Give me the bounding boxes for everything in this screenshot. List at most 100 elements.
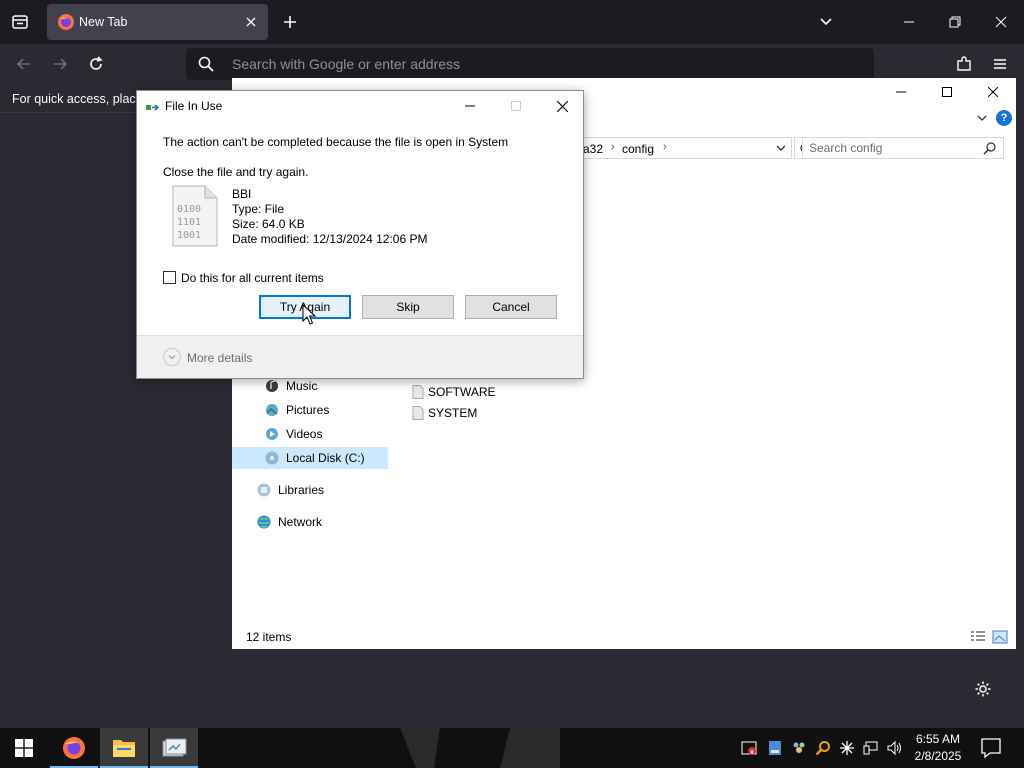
file-size: Size: 64.0 KB (232, 217, 305, 231)
dialog-close-button[interactable] (539, 91, 585, 121)
dialog-maximize-button (493, 91, 539, 121)
dialog-title: File In Use (165, 99, 223, 113)
reload-button[interactable] (80, 48, 112, 80)
address-bar[interactable] (186, 48, 874, 80)
newtab-settings-button[interactable] (970, 676, 996, 702)
search-input[interactable] (809, 138, 979, 158)
tray-network-share-icon[interactable] (790, 739, 808, 757)
drive-icon (265, 451, 279, 465)
wallpaper-fragment (400, 728, 560, 768)
apply-to-all-checkbox[interactable] (163, 271, 176, 284)
taskbar-firefox[interactable] (50, 728, 98, 768)
folder-icon (113, 740, 135, 757)
nav-item-pictures[interactable]: Pictures (264, 399, 329, 421)
taskbar-file-explorer[interactable] (100, 728, 148, 768)
storage-icon (769, 741, 781, 755)
mouse-cursor-icon (302, 304, 316, 325)
nav-item-videos[interactable]: Videos (264, 423, 322, 445)
close-window-button[interactable] (978, 6, 1024, 38)
asterisk-icon (840, 741, 854, 755)
chevron-down-icon[interactable] (774, 141, 788, 155)
file-item-system[interactable]: SYSTEM (412, 403, 477, 423)
url-input[interactable] (232, 48, 852, 80)
details-view-icon[interactable] (970, 630, 986, 644)
nav-item-local-disk[interactable]: Local Disk (C:) (232, 447, 388, 469)
dialog-body: The action can't be completed because th… (137, 121, 583, 335)
binary-line: 1101 (177, 217, 201, 228)
minimize-button[interactable] (886, 6, 932, 38)
nav-item-network[interactable]: Network (256, 511, 322, 533)
large-icons-view-icon[interactable] (992, 630, 1008, 644)
tray-volume-icon[interactable] (886, 739, 904, 757)
svg-text:x: x (750, 749, 754, 756)
explorer-maximize-button[interactable] (924, 78, 970, 106)
firefox-view-icon (12, 15, 28, 29)
nav-item-label: Music (286, 379, 318, 393)
nav-item-libraries[interactable]: Libraries (256, 479, 324, 501)
music-icon (266, 380, 278, 392)
new-tab-button[interactable] (276, 8, 304, 36)
file-move-icon (146, 104, 160, 111)
arrow-left-icon (16, 58, 30, 70)
file-icon (412, 406, 424, 420)
more-details-link[interactable]: More details (187, 351, 252, 365)
apply-to-all-label[interactable]: Do this for all current items (181, 271, 324, 285)
tray-asterisk-icon[interactable] (838, 739, 856, 757)
status-item-count: 12 items (246, 630, 292, 644)
tray-search-icon[interactable] (814, 739, 832, 757)
tray-storage-icon[interactable] (766, 739, 784, 757)
breadcrumb-config[interactable]: config (622, 142, 654, 156)
close-icon (556, 100, 568, 112)
breadcrumb-chevron-icon[interactable]: › (611, 141, 615, 153)
expand-details-button[interactable] (163, 348, 181, 366)
breadcrumb-chevron-icon[interactable]: › (663, 141, 667, 153)
taskbar-file-operation[interactable] (150, 728, 198, 768)
file-name: SYSTEM (428, 406, 478, 420)
notifications-icon[interactable] (980, 736, 1002, 760)
tab-new-tab[interactable]: New Tab (47, 4, 268, 40)
tray-network-icon[interactable] (862, 739, 880, 757)
dialog-minimize-button[interactable] (447, 91, 493, 121)
close-tab-icon[interactable] (242, 13, 260, 31)
clock-time[interactable]: 6:55 AM (908, 732, 968, 746)
chevron-down-icon (820, 18, 832, 26)
file-name: BBI (232, 187, 252, 201)
close-icon (988, 87, 998, 97)
cancel-button[interactable]: Cancel (465, 295, 557, 319)
ethernet-icon (863, 741, 878, 755)
reload-icon (90, 56, 103, 70)
explorer-search-box[interactable] (802, 137, 1004, 159)
close-icon (995, 16, 1007, 28)
firefox-view-button[interactable] (4, 6, 36, 38)
maximize-icon (942, 87, 952, 97)
forward-button[interactable] (44, 48, 76, 80)
ribbon-expand-icon[interactable] (974, 110, 990, 126)
app-menu-button[interactable] (984, 48, 1016, 80)
back-button[interactable] (8, 48, 40, 80)
maximize-icon (511, 101, 521, 111)
clock-date[interactable]: 2/8/2025 (908, 749, 968, 763)
file-item-software[interactable]: SOFTWARE (412, 382, 496, 402)
speaker-icon (887, 740, 901, 756)
tray-security-icon[interactable]: x (740, 739, 758, 757)
minimize-icon (904, 21, 914, 23)
breadcrumb-system32[interactable]: a32 (583, 142, 603, 156)
extensions-button[interactable] (948, 48, 980, 80)
list-all-tabs-button[interactable] (812, 8, 840, 36)
dialog-instruction: Close the file and try again. (163, 165, 309, 179)
restore-button[interactable] (932, 6, 978, 38)
explorer-address-bar[interactable]: a32 › config › (580, 137, 792, 159)
people-icon (793, 742, 805, 753)
tab-title: New Tab (79, 15, 128, 29)
binary-line: 1001 (177, 230, 201, 241)
dialog-message: The action can't be completed because th… (163, 135, 509, 149)
help-icon[interactable]: ? (996, 110, 1012, 126)
binary-file-icon: 0100 1101 1001 (172, 185, 218, 247)
skip-button[interactable]: Skip (362, 295, 454, 319)
explorer-minimize-button[interactable] (878, 78, 924, 106)
tab-bar: New Tab (0, 0, 1024, 44)
start-button[interactable] (0, 728, 48, 768)
dialog-footer: More details (137, 335, 583, 378)
explorer-close-button[interactable] (970, 78, 1016, 106)
arrow-right-icon (54, 58, 68, 70)
